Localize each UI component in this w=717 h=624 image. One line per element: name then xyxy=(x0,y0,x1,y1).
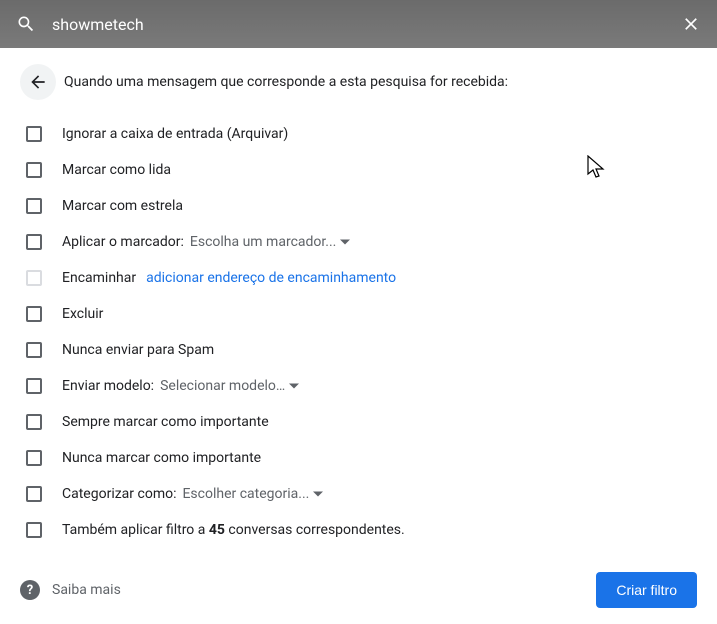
chevron-down-icon xyxy=(313,489,323,499)
search-query[interactable]: showmetech xyxy=(52,15,681,34)
checkbox-never-spam[interactable] xyxy=(26,342,42,358)
option-mark-read: Marcar como lida xyxy=(20,152,697,188)
label-never-spam: Nunca enviar para Spam xyxy=(62,342,214,358)
option-categorize: Categorizar como: Escolher categoria... xyxy=(20,476,697,512)
dropdown-categorize-text: Escolher categoria... xyxy=(182,486,309,502)
label-star: Marcar com estrela xyxy=(62,198,183,214)
option-apply-label: Aplicar o marcador: Escolha um marcador.… xyxy=(20,224,697,260)
header-text: Quando uma mensagem que corresponde a es… xyxy=(64,74,508,90)
label-categorize: Categorizar como: xyxy=(62,486,176,502)
dropdown-send-template-text: Selecionar modelo… xyxy=(160,378,285,394)
dropdown-send-template[interactable]: Selecionar modelo… xyxy=(160,378,299,394)
footer-left: ? Saiba mais xyxy=(20,580,121,600)
checkbox-never-important[interactable] xyxy=(26,450,42,466)
create-filter-button[interactable]: Criar filtro xyxy=(596,572,697,608)
label-archive: Ignorar a caixa de entrada (Arquivar) xyxy=(62,126,288,142)
search-icon xyxy=(16,14,36,34)
chevron-down-icon xyxy=(289,381,299,391)
label-never-important: Nunca marcar como importante xyxy=(62,450,261,466)
checkbox-categorize[interactable] xyxy=(26,486,42,502)
option-star: Marcar com estrela xyxy=(20,188,697,224)
option-never-spam: Nunca enviar para Spam xyxy=(20,332,697,368)
option-forward: Encaminhar adicionar endereço de encamin… xyxy=(20,260,697,296)
option-always-important: Sempre marcar como importante xyxy=(20,404,697,440)
footer: ? Saiba mais Criar filtro xyxy=(0,556,717,624)
option-archive: Ignorar a caixa de entrada (Arquivar) xyxy=(20,116,697,152)
checkbox-send-template[interactable] xyxy=(26,378,42,394)
option-delete: Excluir xyxy=(20,296,697,332)
label-always-important: Sempre marcar como importante xyxy=(62,414,269,430)
help-icon[interactable]: ? xyxy=(20,580,40,600)
back-button[interactable] xyxy=(20,64,56,100)
dropdown-categorize[interactable]: Escolher categoria... xyxy=(182,486,323,502)
option-also-apply: Também aplicar filtro a 45 conversas cor… xyxy=(20,512,697,548)
checkbox-archive[interactable] xyxy=(26,126,42,142)
close-icon[interactable] xyxy=(681,14,701,34)
checkbox-apply-label[interactable] xyxy=(26,234,42,250)
label-also-apply: Também aplicar filtro a 45 conversas cor… xyxy=(62,522,405,538)
also-apply-count: 45 xyxy=(209,522,225,538)
checkbox-delete[interactable] xyxy=(26,306,42,322)
filter-options-panel: Quando uma mensagem que corresponde a es… xyxy=(0,48,717,548)
also-apply-prefix: Também aplicar filtro a xyxy=(62,522,209,538)
checkbox-always-important[interactable] xyxy=(26,414,42,430)
header-row: Quando uma mensagem que corresponde a es… xyxy=(20,64,697,100)
label-mark-read: Marcar como lida xyxy=(62,162,171,178)
checkbox-also-apply[interactable] xyxy=(26,522,42,538)
option-send-template: Enviar modelo: Selecionar modelo… xyxy=(20,368,697,404)
also-apply-suffix: conversas correspondentes. xyxy=(225,522,405,538)
chevron-down-icon xyxy=(340,237,350,247)
search-bar: showmetech xyxy=(0,0,717,48)
dropdown-apply-label-text: Escolha um marcador... xyxy=(190,234,336,250)
dropdown-apply-label[interactable]: Escolha um marcador... xyxy=(190,234,350,250)
learn-more-link[interactable]: Saiba mais xyxy=(52,582,121,598)
label-forward: Encaminhar xyxy=(62,270,136,286)
label-delete: Excluir xyxy=(62,306,103,322)
label-send-template: Enviar modelo: xyxy=(62,378,154,394)
checkbox-forward[interactable] xyxy=(26,270,42,286)
checkbox-star[interactable] xyxy=(26,198,42,214)
link-forward-address[interactable]: adicionar endereço de encaminhamento xyxy=(146,270,396,286)
option-never-important: Nunca marcar como importante xyxy=(20,440,697,476)
checkbox-mark-read[interactable] xyxy=(26,162,42,178)
label-apply-label: Aplicar o marcador: xyxy=(62,234,184,250)
